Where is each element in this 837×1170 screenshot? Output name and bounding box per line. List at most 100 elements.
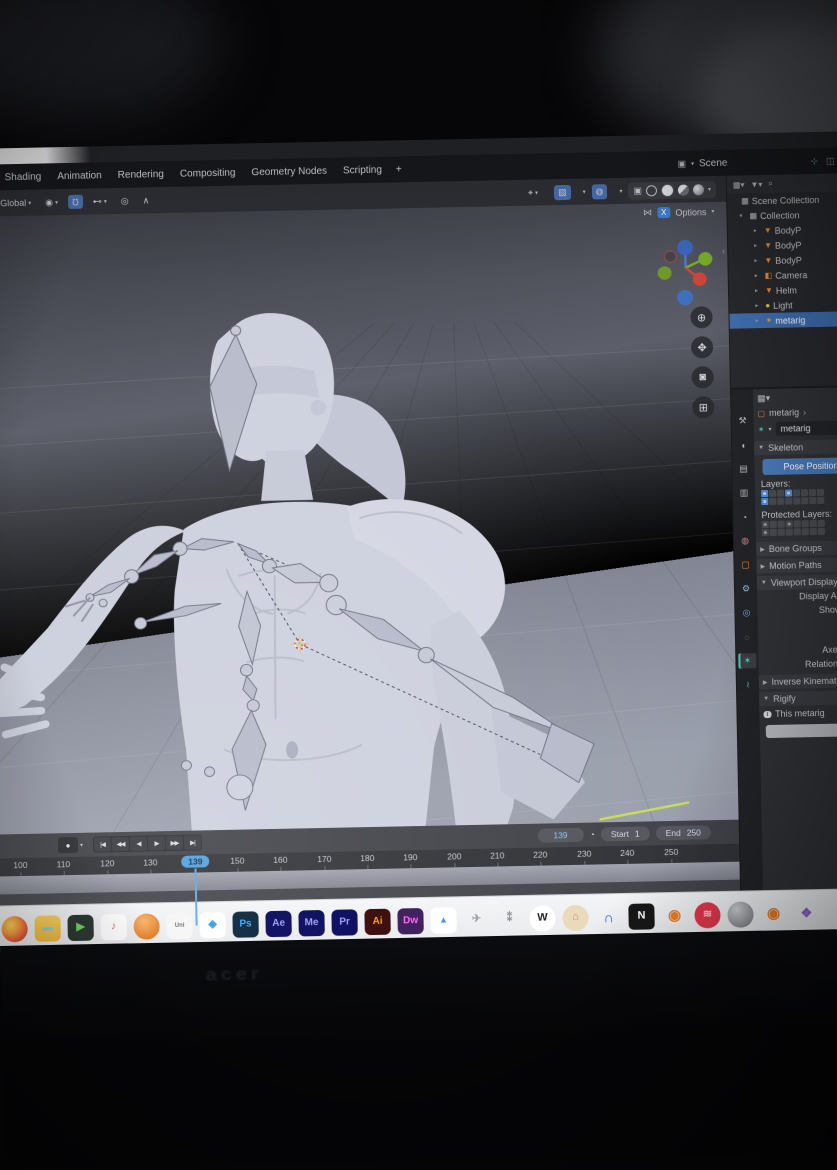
rigify-section-header[interactable]: ▼ Rigify [759,690,837,706]
overlays-toggle[interactable]: ▨ [554,184,571,199]
rendered-shading-button[interactable] [693,184,704,195]
expand-caret-icon[interactable]: ▸ [756,317,763,324]
properties-tab[interactable]: ▤ [734,461,752,476]
expand-caret-icon[interactable]: ▸ [755,272,762,279]
layer-cell[interactable] [777,498,784,505]
motion-paths-section-header[interactable]: ▶ Motion Paths [756,557,837,573]
proportional-falloff[interactable]: ∧ [139,193,154,208]
dock-app-icon[interactable]: ≋ [694,902,721,929]
chevron-down-icon[interactable]: ▾ [582,188,585,195]
pivot-point-dropdown[interactable]: ◉ ▾ [41,195,62,210]
dock-app-icon[interactable] [1,915,28,942]
protected-layer-cell[interactable] [778,529,785,536]
dock-app-icon[interactable]: ❖ [793,900,820,927]
workspace-tab[interactable]: Rendering [118,169,164,181]
pose-position-button[interactable]: Pose Position [762,457,837,475]
armature-name-field[interactable]: metarig [775,420,837,435]
material-shading-button[interactable] [678,184,689,195]
dock-app-icon[interactable]: Ai [364,908,391,935]
properties-tab[interactable]: ⚒ [733,413,751,428]
workspace-tab[interactable]: Animation [57,170,102,182]
workspace-tab[interactable]: Shading [4,171,41,183]
proportional-editing-toggle[interactable]: ◎ [117,193,133,208]
outliner-row[interactable]: ▸ ✶ metarig [729,311,837,328]
workspace-tab[interactable]: Scripting [343,164,382,176]
solid-shading-button[interactable] [662,184,673,195]
viewport-3d[interactable]: ⋈ X Options ▾ ‹ ⊕ ✥ ◙ ⊞ [0,202,739,835]
xray-toggle[interactable]: ◍ [591,184,607,199]
properties-tab[interactable]: ▢ [736,557,754,572]
layer-cell[interactable] [769,498,776,505]
dock-app-icon[interactable]: ♪ [100,913,127,940]
dock-app-icon[interactable] [727,901,754,928]
layer-cell[interactable] [801,489,808,496]
frame-start-field[interactable]: Start1 [601,826,650,841]
chevron-down-icon[interactable]: ▾ [619,187,622,194]
current-frame-badge[interactable]: 139 [181,855,209,868]
snap-toggle[interactable]: Ω [68,195,83,209]
auto-keyframe-record-button[interactable]: ● [58,837,78,853]
expand-caret-icon[interactable]: ▸ [754,242,761,249]
layer-cell[interactable] [793,497,800,504]
dock-app-icon[interactable]: ⁑ [496,905,523,932]
protected-layer-cell[interactable] [802,528,809,535]
layer-cell[interactable] [785,490,792,497]
camera-view-icon[interactable]: ◙ [692,366,714,388]
protected-layer-cell[interactable] [818,520,825,527]
dock-app-icon[interactable]: ∩ [595,904,622,931]
wireframe-shading-button[interactable] [646,185,657,196]
layer-cell[interactable] [809,497,816,504]
bone-groups-section-header[interactable]: ▶ Bone Groups [756,540,837,556]
panel-collapse-arrow[interactable]: ‹ [722,246,725,256]
layer-cell[interactable] [817,489,824,496]
search-icon[interactable]: ⌕ [768,179,773,189]
layer-cell[interactable] [817,497,824,504]
frame-end-field[interactable]: End250 [655,825,711,840]
protected-layer-cell[interactable] [810,520,817,527]
expand-caret-icon[interactable]: ▸ [755,287,762,294]
dock-app-icon[interactable]: Dw [397,907,424,934]
expand-caret-icon[interactable]: ▸ [754,257,761,264]
dock-app-icon[interactable]: Ps [232,911,259,938]
properties-tab[interactable]: ✶ [738,653,756,668]
pin-icon[interactable]: ⊹ [810,155,818,166]
protected-layer-cell[interactable] [818,528,825,535]
mirror-x-toggle[interactable]: X [657,207,671,218]
dock-app-icon[interactable]: N [628,903,655,930]
add-workspace-button[interactable]: + [396,164,402,175]
protected-layer-cell[interactable] [762,529,769,536]
properties-tab[interactable]: ◍ [736,533,754,548]
layer-cell[interactable] [793,489,800,496]
scene-selector[interactable]: Scene [699,157,728,169]
playback-button[interactable]: ◀◀ [112,837,129,851]
workspace-tab[interactable]: Compositing [180,167,236,179]
render-preview-icon[interactable]: ▣ [633,185,642,196]
outliner-display-mode-icon[interactable]: ▦▾ [733,180,745,189]
view-layer-icon[interactable]: ◫ [826,155,835,166]
protected-layer-cell[interactable] [778,521,785,528]
options-dropdown[interactable]: Options [675,207,706,218]
dock-app-icon[interactable]: W [529,905,556,932]
protected-layer-cell[interactable] [770,529,777,536]
workspace-tab[interactable]: Geometry Nodes [251,165,327,178]
breadcrumb-object-name[interactable]: metarig [769,407,799,418]
protected-layer-cell[interactable] [786,528,793,535]
editor-type-icon[interactable]: ▦▾ [757,393,770,404]
protected-layer-cell[interactable] [786,520,793,527]
playback-button[interactable]: ◀ [130,837,147,851]
current-frame-field[interactable]: 139 [537,828,583,843]
playback-button[interactable]: |◀ [94,837,111,851]
properties-tab[interactable]: ◌ [738,629,756,644]
protected-layer-cell[interactable] [762,521,769,528]
skeleton-section-header[interactable]: ▼ Skeleton [754,439,837,455]
chevron-down-icon[interactable]: ▾ [691,160,694,167]
chevron-down-icon[interactable]: ▾ [768,425,771,432]
dock-app-icon[interactable] [133,913,160,940]
dock-app-icon[interactable]: Uni [166,912,193,939]
protected-layer-cell[interactable] [810,528,817,535]
layer-cell[interactable] [809,489,816,496]
dock-app-icon[interactable]: ▬ [34,915,61,942]
expand-caret-icon[interactable]: ▾ [739,212,746,219]
playback-button[interactable]: ▶ [148,836,165,850]
playback-button[interactable]: ▶| [184,835,201,849]
